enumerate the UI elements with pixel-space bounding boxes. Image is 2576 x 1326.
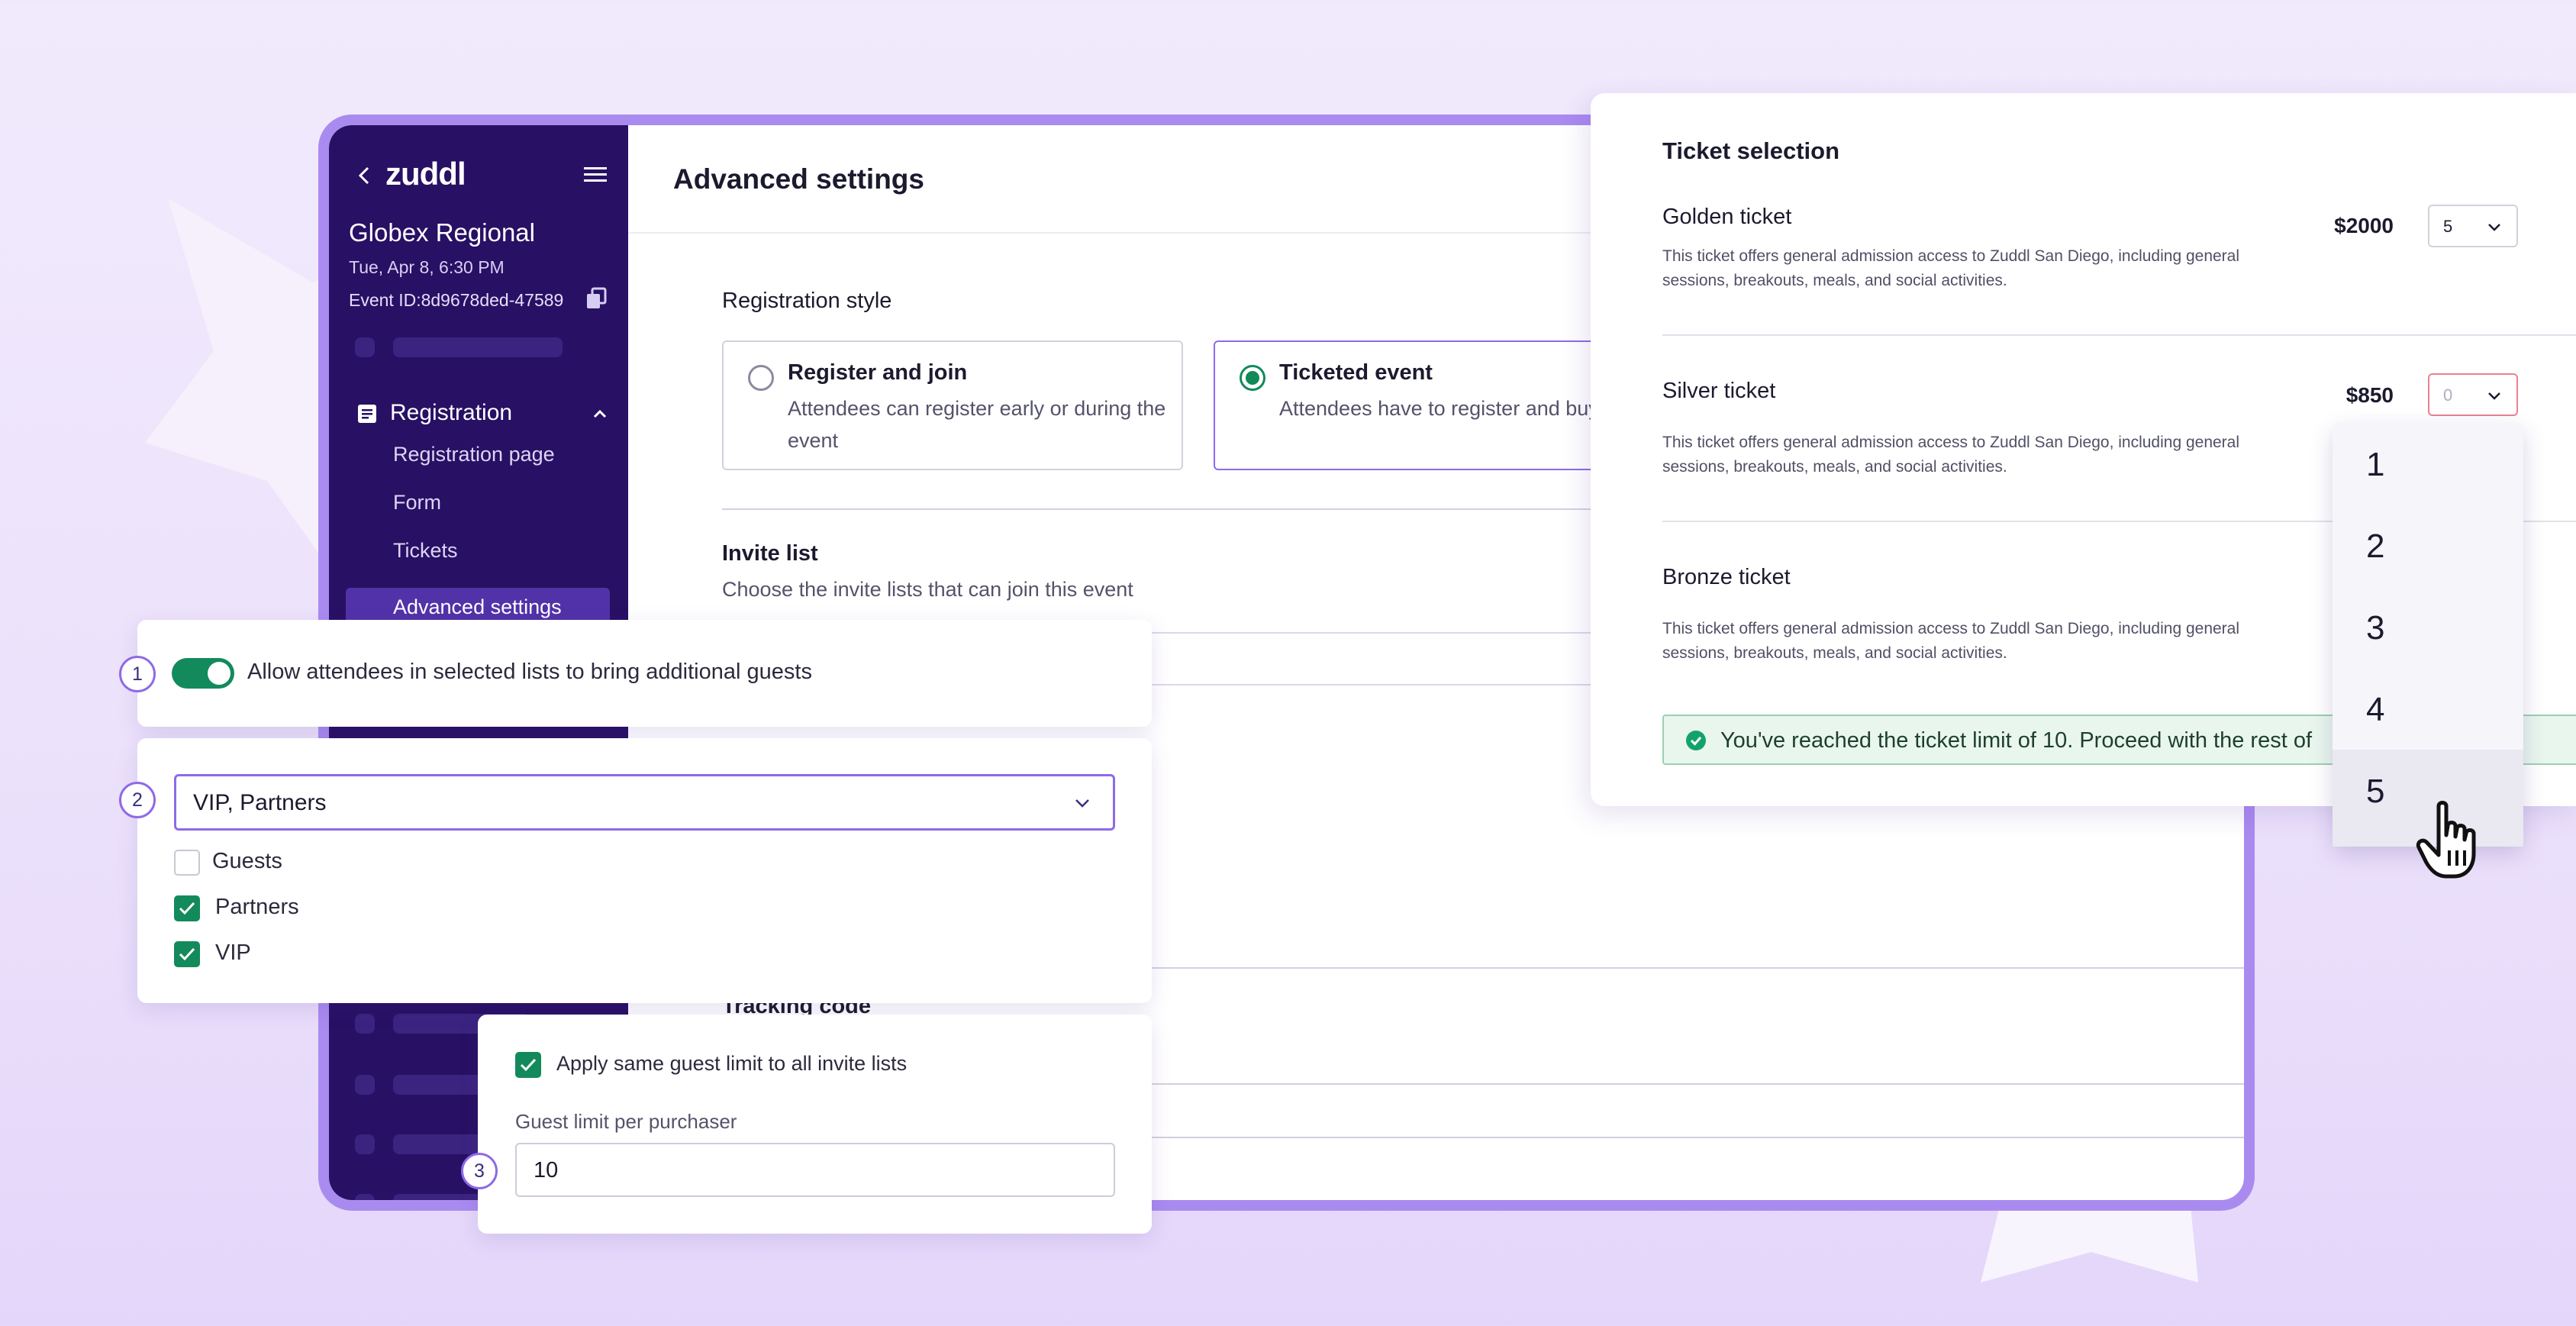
vip-checkbox-label: VIP: [215, 940, 251, 965]
dropdown-option[interactable]: 1: [2333, 423, 2523, 505]
invite-lists-select[interactable]: VIP, Partners: [174, 774, 1115, 831]
option-title: Ticketed event: [1279, 360, 1433, 385]
checkmark-icon: [520, 1058, 537, 1072]
registration-style-label: Registration style: [722, 289, 892, 313]
skeleton-placeholder: [393, 337, 563, 357]
golden-ticket-quantity-select[interactable]: 5: [2428, 205, 2518, 247]
radio-unselected[interactable]: [748, 365, 774, 391]
skeleton-placeholder: [355, 1075, 375, 1095]
step-number-badge: 1: [119, 656, 156, 692]
guests-checkbox[interactable]: [174, 850, 200, 876]
check-circle-icon: [1686, 731, 1706, 750]
chevron-down-icon: [2488, 392, 2500, 400]
sidebar-item-label: Registration: [390, 400, 513, 425]
quantity-dropdown-menu: 1 2 3 4 5: [2333, 423, 2523, 847]
back-chevron-icon[interactable]: [355, 165, 375, 186]
bronze-ticket-description: This ticket offers general admission acc…: [1662, 620, 2240, 662]
option-label: 4: [2366, 691, 2385, 728]
hand-pointer-cursor-icon: [2416, 801, 2476, 879]
sidebar-item-label: Advanced settings: [393, 595, 562, 618]
invite-list-label: Invite list: [722, 541, 818, 566]
guest-limit-label: Guest limit per purchaser: [515, 1110, 737, 1133]
partners-checkbox[interactable]: [174, 895, 200, 921]
golden-ticket-price: $2000: [2334, 214, 2394, 237]
sidebar-item-form[interactable]: Form: [393, 491, 441, 515]
quantity-value: 0: [2443, 386, 2453, 405]
bronze-ticket-name: Bronze ticket: [1662, 565, 1791, 589]
skeleton-placeholder: [355, 1134, 375, 1154]
ticket-divider: [1662, 334, 2576, 336]
event-name: Globex Regional: [349, 218, 535, 247]
skeleton-placeholder: [355, 1014, 375, 1034]
checkmark-icon: [179, 947, 195, 961]
partners-checkbox-label: Partners: [215, 895, 299, 919]
select-value: VIP, Partners: [193, 790, 327, 815]
registration-form-icon: [358, 405, 376, 423]
sidebar-item-tickets[interactable]: Tickets: [393, 539, 458, 563]
zuddl-logo: zuddl: [385, 156, 466, 192]
guests-checkbox-label: Guests: [212, 849, 282, 873]
apply-same-limit-label: Apply same guest limit to all invite lis…: [556, 1052, 908, 1075]
chevron-down-icon: [1075, 799, 1089, 808]
option-label: 2: [2366, 527, 2385, 565]
golden-ticket-name: Golden ticket: [1662, 205, 1792, 229]
register-and-join-option[interactable]: Register and join Attendees can register…: [722, 340, 1183, 470]
option-description: Attendees can register early or during t…: [788, 397, 1166, 452]
option-label: 3: [2366, 609, 2385, 647]
vip-checkbox[interactable]: [174, 941, 200, 967]
silver-ticket-name: Silver ticket: [1662, 379, 1776, 403]
event-id: Event ID:8d9678ded-47589: [349, 290, 564, 310]
radio-selected[interactable]: [1240, 365, 1265, 391]
guest-limit-value: 10: [534, 1158, 559, 1182]
ticket-selection-title: Ticket selection: [1662, 137, 1840, 164]
invite-list-subtitle: Choose the invite lists that can join th…: [722, 578, 1133, 601]
allow-guests-toggle[interactable]: [172, 658, 234, 689]
event-date: Tue, Apr 8, 6:30 PM: [349, 257, 505, 277]
quantity-value: 5: [2443, 217, 2453, 236]
skeleton-placeholder: [355, 337, 375, 357]
sidebar-item-registration-page[interactable]: Registration page: [393, 443, 555, 466]
silver-ticket-description: This ticket offers general admission acc…: [1662, 434, 2240, 476]
option-title: Register and join: [788, 360, 968, 385]
silver-ticket-quantity-select[interactable]: 0: [2428, 373, 2518, 416]
apply-same-limit-checkbox[interactable]: [515, 1052, 541, 1078]
guest-limit-input[interactable]: 10: [515, 1143, 1115, 1197]
alert-text: You've reached the ticket limit of 10. P…: [1720, 728, 2312, 753]
sidebar-item-registration[interactable]: Registration: [356, 397, 608, 431]
dropdown-option[interactable]: 2: [2333, 505, 2523, 586]
sidebar-header: zuddl: [355, 154, 607, 197]
chevron-down-icon: [2488, 224, 2500, 231]
dropdown-option[interactable]: 4: [2333, 668, 2523, 750]
step-number-badge: 3: [461, 1153, 498, 1189]
page-title: Advanced settings: [673, 163, 924, 195]
hamburger-menu-icon[interactable]: [584, 165, 607, 185]
option-label: 5: [2366, 773, 2385, 810]
option-label: 1: [2366, 446, 2385, 483]
copy-icon[interactable]: [585, 287, 607, 310]
step-number-badge: 2: [119, 782, 156, 818]
chevron-up-icon[interactable]: [592, 406, 608, 421]
checkmark-icon: [179, 902, 195, 915]
skeleton-placeholder: [355, 1194, 375, 1200]
dropdown-option[interactable]: 3: [2333, 586, 2523, 668]
allow-guests-label: Allow attendees in selected lists to bri…: [247, 660, 812, 684]
silver-ticket-price: $850: [2345, 383, 2394, 407]
golden-ticket-description: This ticket offers general admission acc…: [1662, 247, 2240, 289]
